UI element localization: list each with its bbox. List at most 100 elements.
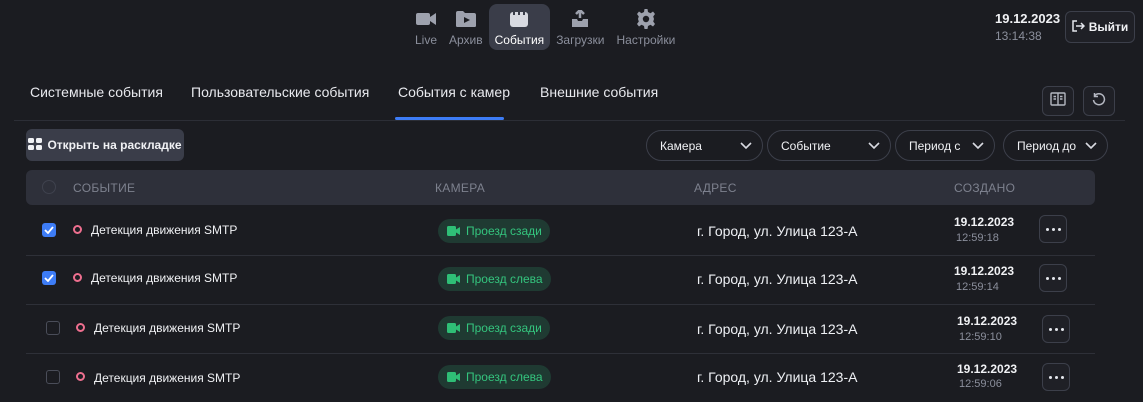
tab-system-events[interactable]: Системные события bbox=[28, 84, 165, 100]
open-on-layout-button[interactable]: Открыть на раскладке bbox=[26, 129, 184, 161]
nav-live[interactable]: Live bbox=[409, 4, 443, 50]
row-checkbox[interactable] bbox=[42, 223, 56, 237]
row-checkbox[interactable] bbox=[42, 271, 56, 285]
row-checkbox[interactable] bbox=[46, 321, 60, 335]
camera-name: Проезд слева bbox=[466, 272, 543, 286]
created-time: 12:59:14 bbox=[956, 281, 999, 293]
row-more-button[interactable] bbox=[1042, 315, 1070, 343]
period-from-select[interactable]: Период с bbox=[895, 130, 995, 161]
tab-camera-events[interactable]: События с камер bbox=[396, 84, 512, 100]
nav-downloads-label: Загрузки bbox=[556, 33, 605, 47]
events-clapper-icon bbox=[508, 8, 530, 30]
checkmark-icon bbox=[44, 226, 54, 234]
event-tabs: Системные события Пользовательские событ… bbox=[14, 72, 1125, 121]
created-date: 19.12.2023 bbox=[954, 215, 1015, 229]
refresh-icon bbox=[1092, 92, 1106, 111]
current-datetime: 19.12.2023 13:14:38 bbox=[995, 11, 1060, 43]
tab-external-events[interactable]: Внешние события bbox=[538, 84, 660, 100]
nav-settings[interactable]: Настройки bbox=[610, 4, 681, 50]
address: г. Город, ул. Улица 123-А bbox=[697, 223, 858, 239]
camera-badge[interactable]: Проезд слева bbox=[438, 365, 551, 389]
camera-name: Проезд слева bbox=[466, 370, 543, 384]
created-time: 12:59:10 bbox=[959, 331, 1002, 343]
video-camera-icon bbox=[447, 323, 460, 333]
table-row[interactable]: Детекция движения SMTP Проезд сзади г. Г… bbox=[26, 206, 1095, 256]
logout-label: Выйти bbox=[1088, 20, 1129, 34]
event-status-dot bbox=[76, 323, 85, 332]
row-checkbox[interactable] bbox=[46, 370, 60, 384]
video-camera-icon bbox=[447, 274, 460, 284]
gear-icon bbox=[635, 8, 657, 30]
event-name: Детекция движения SMTP bbox=[94, 321, 241, 335]
event-name: Детекция движения SMTP bbox=[94, 371, 241, 385]
camera-name: Проезд сзади bbox=[466, 321, 542, 335]
column-address[interactable]: АДРЕС bbox=[694, 181, 737, 195]
book-icon bbox=[1050, 91, 1066, 111]
period-from-label: Период с bbox=[909, 138, 961, 153]
camera-filter-select[interactable]: Камера bbox=[646, 130, 763, 161]
chevron-down-icon bbox=[972, 139, 984, 153]
address: г. Город, ул. Улица 123-А bbox=[697, 271, 858, 287]
nav-settings-label: Настройки bbox=[616, 33, 676, 47]
nav-events-label: События bbox=[494, 33, 545, 47]
table-row[interactable]: Детекция движения SMTP Проезд сзади г. Г… bbox=[26, 304, 1095, 354]
camera-badge[interactable]: Проезд слева bbox=[438, 267, 551, 291]
camera-name: Проезд сзади bbox=[466, 224, 542, 238]
table-row[interactable]: Детекция движения SMTP Проезд слева г. Г… bbox=[26, 255, 1095, 305]
camera-badge[interactable]: Проезд сзади bbox=[438, 316, 550, 340]
video-camera-icon bbox=[447, 372, 460, 382]
main-nav: Live Архив События Загрузки Настройки bbox=[409, 4, 681, 52]
created-date: 19.12.2023 bbox=[954, 264, 1015, 278]
event-name: Детекция движения SMTP bbox=[91, 223, 238, 237]
more-dots-icon bbox=[1045, 227, 1049, 231]
created-time: 12:59:18 bbox=[956, 232, 999, 244]
current-date: 19.12.2023 bbox=[995, 11, 1061, 26]
address: г. Город, ул. Улица 123-А bbox=[697, 369, 858, 385]
more-dots-icon bbox=[1045, 276, 1049, 280]
camera-icon bbox=[415, 8, 437, 30]
download-tray-icon bbox=[569, 8, 591, 30]
journal-button[interactable] bbox=[1042, 86, 1074, 116]
period-to-select[interactable]: Период до bbox=[1003, 130, 1108, 161]
checkmark-icon bbox=[44, 274, 54, 282]
created-date: 19.12.2023 bbox=[957, 314, 1018, 328]
row-more-button[interactable] bbox=[1039, 215, 1067, 243]
row-more-button[interactable] bbox=[1039, 264, 1067, 292]
more-dots-icon bbox=[1048, 375, 1052, 379]
tab-user-events[interactable]: Пользовательские события bbox=[189, 84, 371, 100]
event-status-dot bbox=[73, 273, 82, 282]
chevron-down-icon bbox=[868, 139, 880, 153]
event-filter-label: Событие bbox=[781, 138, 831, 153]
nav-downloads[interactable]: Загрузки bbox=[550, 4, 610, 50]
active-tab-indicator bbox=[395, 117, 504, 120]
nav-archive[interactable]: Архив bbox=[443, 4, 489, 50]
nav-events[interactable]: События bbox=[488, 4, 551, 50]
event-filter-select[interactable]: Событие bbox=[767, 130, 891, 161]
created-time: 12:59:06 bbox=[959, 378, 1002, 390]
event-name: Детекция движения SMTP bbox=[91, 271, 238, 285]
address: г. Город, ул. Улица 123-А bbox=[697, 321, 858, 337]
refresh-button[interactable] bbox=[1083, 86, 1115, 116]
grid-layout-icon bbox=[28, 137, 43, 153]
column-camera[interactable]: КАМЕРА bbox=[435, 181, 485, 195]
event-status-dot bbox=[76, 372, 85, 381]
current-time: 13:14:38 bbox=[995, 29, 1042, 43]
archive-folder-icon bbox=[455, 8, 477, 30]
camera-filter-label: Камера bbox=[660, 138, 702, 153]
chevron-down-icon bbox=[740, 139, 752, 153]
column-created[interactable]: СОЗДАНО bbox=[954, 181, 1015, 195]
event-status-dot bbox=[73, 225, 82, 234]
created-date: 19.12.2023 bbox=[957, 362, 1018, 376]
select-all-checkbox[interactable] bbox=[42, 180, 56, 194]
column-event[interactable]: СОБЫТИЕ bbox=[73, 181, 135, 195]
table-row[interactable]: Детекция движения SMTP Проезд слева г. Г… bbox=[26, 353, 1095, 402]
logout-button[interactable]: Выйти bbox=[1065, 11, 1135, 43]
video-camera-icon bbox=[447, 226, 460, 236]
period-to-label: Период до bbox=[1017, 138, 1077, 153]
row-more-button[interactable] bbox=[1042, 363, 1070, 391]
nav-live-label: Live bbox=[415, 33, 438, 47]
camera-badge[interactable]: Проезд сзади bbox=[438, 219, 550, 243]
open-on-layout-label: Открыть на раскладке bbox=[47, 138, 182, 152]
table-header: СОБЫТИЕ КАМЕРА АДРЕС СОЗДАНО bbox=[26, 170, 1095, 205]
chevron-down-icon bbox=[1085, 139, 1097, 153]
